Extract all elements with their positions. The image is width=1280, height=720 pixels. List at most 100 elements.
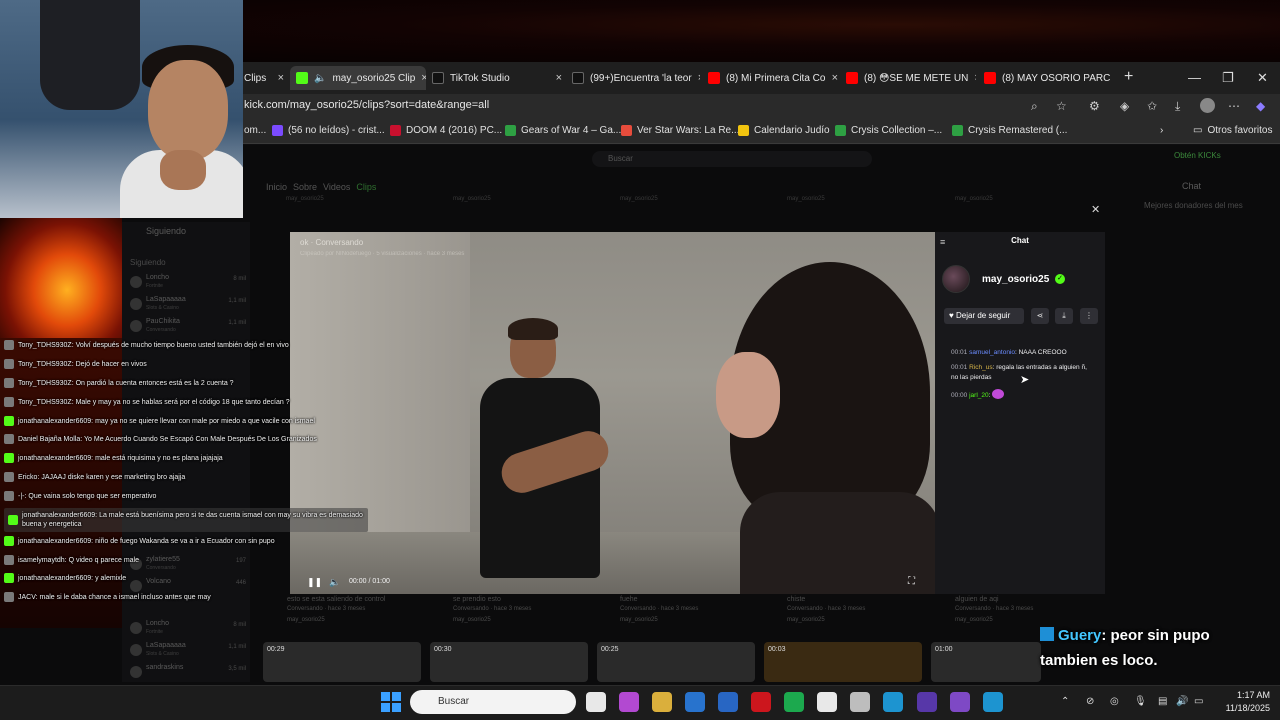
speaker-icon[interactable]: 🔈	[314, 73, 326, 84]
channel-name[interactable]: may_osorio25	[982, 274, 1049, 285]
new-tab-button[interactable]: +	[1124, 68, 1133, 86]
favorites-icon[interactable]: ✩	[1147, 99, 1157, 113]
sidebar-channel[interactable]: Loncho Fortnite 8 mil	[130, 274, 246, 292]
tray-icon[interactable]: ⊘	[1086, 696, 1094, 707]
zoom-icon[interactable]: ⌕	[1031, 99, 1038, 114]
close-window-button[interactable]: ✕	[1257, 70, 1268, 86]
bookmark-7[interactable]: Crysis Remastered (...	[952, 125, 1067, 136]
clip-video-player[interactable]	[290, 232, 935, 594]
nav-inicio[interactable]: Inicio	[266, 182, 287, 192]
mic-icon[interactable]: 🎙	[1134, 696, 1147, 707]
taskbar-app-icon[interactable]	[950, 692, 970, 712]
profile-avatar[interactable]	[1200, 98, 1215, 113]
volume-icon[interactable]: 🔈	[329, 577, 340, 588]
sidebar-channel[interactable]: sandraskins 3,5 mil	[130, 664, 246, 682]
channel-avatar[interactable]	[942, 265, 970, 293]
more-icon[interactable]: ⋯	[1228, 99, 1240, 113]
network-icon[interactable]: ▤	[1158, 696, 1167, 707]
taskbar-app-icon[interactable]	[718, 692, 738, 712]
speaker-icon[interactable]: 🔊	[1176, 696, 1188, 707]
clip-thumbnail[interactable]: 00:30	[430, 642, 588, 682]
nav-clips[interactable]: Clips	[356, 182, 376, 192]
chat-username[interactable]: jarl_20	[969, 392, 989, 399]
sidebar-channel[interactable]: LaSapaaaaa Slots & Casino 1,1 mil	[130, 642, 246, 660]
nav-sobre[interactable]: Sobre	[293, 182, 317, 192]
tab-tiktok-search[interactable]: (99+)Encuentra 'la teor ×	[572, 66, 700, 90]
start-button[interactable]	[381, 692, 401, 712]
taskbar-app-icon[interactable]	[850, 692, 870, 712]
clock[interactable]: 1:17 AM 11/18/2025	[1214, 689, 1270, 715]
pause-icon[interactable]: ❚❚	[307, 577, 322, 588]
tray-icon[interactable]: ◎	[1110, 696, 1119, 707]
maximize-button[interactable]: ❐	[1222, 70, 1234, 86]
tab-clips[interactable]: Clips ×	[244, 66, 284, 90]
share-button[interactable]: ⋖	[1031, 308, 1049, 324]
copilot-icon[interactable]: ◆	[1256, 99, 1265, 113]
bookmark-3[interactable]: Gears of War 4 – Ga...	[505, 125, 621, 136]
clip-title[interactable]: chiste	[787, 596, 805, 603]
extension-icon[interactable]: ◈	[1120, 99, 1129, 113]
taskbar-app-icon[interactable]	[685, 692, 705, 712]
bookmark-folder[interactable]: ▭ Otros favoritos	[1193, 125, 1272, 136]
url-field[interactable]: kick.com/may_osorio25/clips?sort=date&ra…	[244, 99, 489, 111]
clip-thumbnail[interactable]: 00:29	[263, 642, 421, 682]
bookmark-2[interactable]: DOOM 4 (2016) PC...	[390, 125, 502, 136]
close-icon[interactable]: ×	[974, 72, 976, 84]
close-icon[interactable]: ×	[421, 72, 426, 84]
battery-icon[interactable]: ▭	[1194, 696, 1203, 707]
clip-thumbnail[interactable]: 00:03	[764, 642, 922, 682]
chevron-up-icon[interactable]: ⌃	[1061, 696, 1069, 707]
clip-title[interactable]: fuehe	[620, 596, 638, 603]
clip-thumbnail[interactable]: 01:00	[931, 642, 1041, 682]
site-search-input[interactable]: Buscar	[592, 151, 872, 167]
clip-title[interactable]: esto se esta saliendo de control	[287, 596, 385, 603]
chevron-right-icon[interactable]: ›	[1160, 125, 1163, 136]
sidebar-channel[interactable]: PauChikita Conversando 1,1 mil	[130, 318, 246, 336]
bookmark-4[interactable]: Ver Star Wars: La Re...	[621, 125, 739, 136]
tab-youtube-3[interactable]: (8) MAY OSORIO PARC ×	[984, 66, 1114, 90]
taskbar-app-icon[interactable]	[917, 692, 937, 712]
sidebar-channel[interactable]: LaSapaaaaa Slots & Casino 1,1 mil	[130, 296, 246, 314]
clip-thumbnail[interactable]: 00:25	[597, 642, 755, 682]
tab-tiktok-studio[interactable]: TikTok Studio ×	[432, 66, 562, 90]
close-icon[interactable]: ×	[832, 72, 838, 84]
extensions-icon[interactable]: ⚙	[1089, 99, 1100, 113]
bookmark-6[interactable]: Crysis Collection –...	[835, 125, 942, 136]
sidebar-channel[interactable]: Loncho Fortnite 8 mil	[130, 620, 246, 638]
download-icon[interactable]: ⤓	[1175, 99, 1180, 114]
taskbar-app-icon[interactable]	[817, 692, 837, 712]
tab-may-osorio-clips[interactable]: 🔈 may_osorio25 Clip ×	[290, 66, 426, 90]
taskbar-search[interactable]: Buscar	[410, 690, 576, 714]
taskbar-app-icon[interactable]	[619, 692, 639, 712]
close-icon[interactable]: ×	[556, 72, 562, 84]
fullscreen-icon[interactable]: ⛶	[908, 576, 915, 587]
close-icon[interactable]: ×	[278, 72, 284, 84]
download-button[interactable]: ⤓	[1055, 308, 1073, 324]
chat-username[interactable]: samuel_antonio	[969, 349, 1015, 356]
more-options-button[interactable]: ⋮	[1080, 308, 1098, 324]
star-icon[interactable]: ☆	[1056, 99, 1067, 113]
nav-videos[interactable]: Videos	[323, 182, 350, 192]
bookmark-partial[interactable]: om...	[244, 125, 266, 136]
close-modal-button[interactable]: ✕	[1091, 203, 1100, 216]
clip-title-overlay: ok · Conversando	[300, 238, 364, 247]
bookmark-1[interactable]: (56 no leídos) - crist...	[272, 125, 385, 136]
bookmark-5[interactable]: Calendario Judío	[738, 125, 830, 136]
tab-youtube-2[interactable]: (8) 😳SE ME METE UN ×	[846, 66, 976, 90]
clip-title[interactable]: alguien de aqi	[955, 596, 999, 603]
close-icon[interactable]: ×	[698, 72, 700, 84]
minimize-button[interactable]: —	[1188, 70, 1201, 85]
tab-youtube-1[interactable]: (8) Mi Primera Cita Co ×	[708, 66, 838, 90]
taskbar-app-icon[interactable]	[751, 692, 771, 712]
clip-duration: 00:30	[434, 646, 452, 653]
taskbar-app-icon[interactable]	[586, 692, 606, 712]
taskbar-app-icon[interactable]	[652, 692, 672, 712]
clip-title[interactable]: se prendio esto	[453, 596, 501, 603]
taskbar-app-icon[interactable]	[784, 692, 804, 712]
taskbar-app-icon[interactable]	[983, 692, 1003, 712]
taskbar-app-icon[interactable]	[883, 692, 903, 712]
unfollow-button[interactable]: ♥ Dejar de seguir	[944, 308, 1024, 324]
get-kicks-button[interactable]: Obtén KICKs	[1174, 151, 1221, 160]
chat-username[interactable]: Rich_us	[969, 364, 992, 371]
sidebar-channel[interactable]: zylatiere55 Conversando 197	[130, 556, 246, 574]
